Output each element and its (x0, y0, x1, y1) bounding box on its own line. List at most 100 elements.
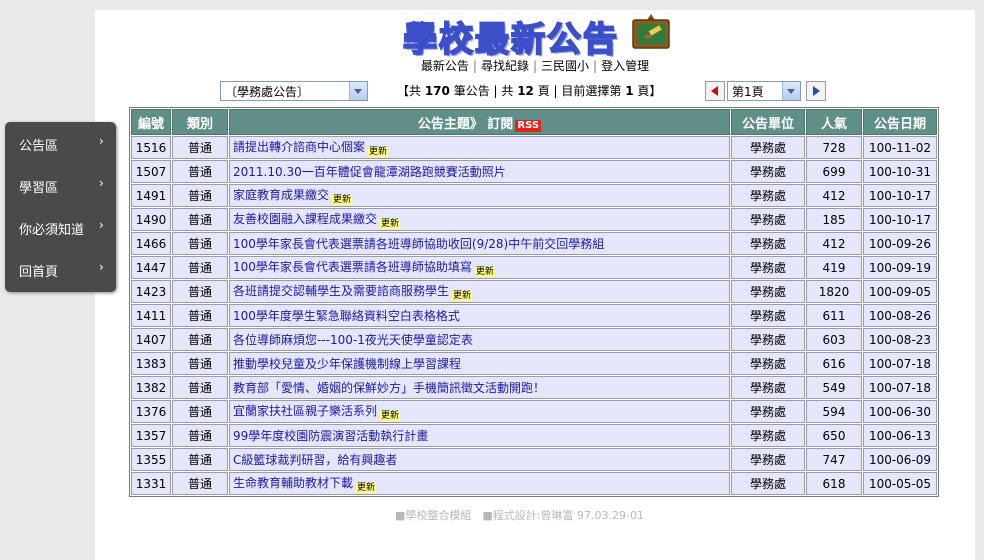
table-header-row: 編號 類別 公告主題》 訂閱 RSS 公告單位 人氣 公告日期 (131, 109, 937, 135)
side-menu: 公告區 › 學習區 › 你必須知道 › 回首頁 › (5, 122, 116, 292)
cell-unit: 學務處 (731, 184, 805, 207)
nav-school-home[interactable]: 三民國小 (541, 59, 589, 73)
table-row: 1383 普通 推動學校兒童及少年保護機制線上學習課程 學務處 616 100-07-18 (131, 352, 937, 375)
cell-unit: 學務處 (731, 232, 805, 255)
table-row: 1331 普通 生命教育輔助教材下載 更新 學務處 618 100-05-05 (131, 472, 937, 495)
prev-page-button[interactable] (705, 81, 725, 101)
cell-no: 1355 (131, 448, 171, 471)
notice-link[interactable]: 99學年度校園防震演習活動執行計畫 (233, 429, 428, 443)
notice-link[interactable]: C級籃球裁判研習，給有興趣者 (233, 453, 397, 467)
cell-views: 728 (806, 136, 862, 159)
cell-date: 100-06-13 (863, 424, 937, 447)
cell-unit: 學務處 (731, 352, 805, 375)
sidebar-item-learning-area[interactable]: 學習區 › (5, 164, 116, 206)
table-row: 1466 普通 100學年家長會代表選票請各班導師協助收回(9/28)中午前交回學務… (131, 232, 937, 255)
notice-link[interactable]: 2011.10.30一百年體促會龍潭湖路跑競賽活動照片 (233, 165, 506, 179)
cell-subject: 教育部「愛情、婚姻的保鮮妙方」手機簡訊徵文活動開跑！ (229, 376, 730, 399)
table-row: 1516 普通 請提出轉介諮商中心個案 更新 學務處 728 100-11-02 (131, 136, 937, 159)
current-page: 1 (625, 84, 634, 98)
page-header: 學校最新公告 (395, 10, 685, 61)
table-row: 1491 普通 家庭教育成果繳交 更新 學務處 412 100-10-17 (131, 184, 937, 207)
notice-link[interactable]: 生命教育輔助教材下載 (233, 476, 353, 490)
cell-category: 普通 (172, 424, 228, 447)
sidebar-item-must-know[interactable]: 你必須知道 › (5, 206, 116, 248)
cell-unit: 學務處 (731, 256, 805, 279)
notice-link[interactable]: 宜蘭家扶社區親子樂活系列 (233, 404, 377, 418)
cell-subject: 100學年家長會代表選票請各班導師協助收回(9/28)中午前交回學務組 (229, 232, 730, 255)
cell-no: 1516 (131, 136, 171, 159)
cell-date: 100-09-05 (863, 280, 937, 303)
notice-link[interactable]: 各位導師麻煩您---100-1夜光天使學童認定表 (233, 333, 473, 347)
page-title: 學校最新公告 (402, 19, 619, 61)
page-select-value: 第1頁 (732, 85, 764, 99)
cell-no: 1423 (131, 280, 171, 303)
page-select[interactable]: 第1頁 (727, 81, 801, 101)
cell-unit: 學務處 (731, 472, 805, 495)
cell-category: 普通 (172, 304, 228, 327)
notice-link[interactable]: 友善校園融入課程成果繳交 (233, 212, 377, 226)
nav-search-records[interactable]: 尋找紀錄 (481, 59, 529, 73)
notice-link[interactable]: 100學年家長會代表選票請各班導師協助收回(9/28)中午前交回學務組 (233, 237, 604, 251)
cell-views: 412 (806, 184, 862, 207)
cell-date: 100-05-05 (863, 472, 937, 495)
rss-button[interactable]: RSS (515, 119, 542, 132)
cell-date: 100-07-18 (863, 352, 937, 375)
cell-views: 185 (806, 208, 862, 231)
cell-no: 1376 (131, 400, 171, 423)
cell-unit: 學務處 (731, 328, 805, 351)
cell-no: 1357 (131, 424, 171, 447)
cell-date: 100-07-18 (863, 376, 937, 399)
cell-category: 普通 (172, 136, 228, 159)
updated-badge: 更新 (368, 147, 389, 157)
footer-credits: ■學校整合模組 ■程式設計:曾琳富 97.03.29-01 (395, 509, 644, 522)
cell-date: 100-09-19 (863, 256, 937, 279)
notice-link[interactable]: 請提出轉介諮商中心個案 (233, 140, 365, 154)
cell-category: 普通 (172, 352, 228, 375)
notice-link[interactable]: 教育部「愛情、婚姻的保鮮妙方」手機簡訊徵文活動開跑！ (233, 381, 545, 395)
sidebar-item-label: 回首頁 (19, 265, 59, 280)
cell-subject: 推動學校兒童及少年保護機制線上學習課程 (229, 352, 730, 375)
table-row: 1407 普通 各位導師麻煩您---100-1夜光天使學童認定表 學務處 603 100-… (131, 328, 937, 351)
chevron-down-icon[interactable] (782, 82, 800, 100)
category-select[interactable]: 〔學務處公告〕 (220, 81, 368, 101)
table-row: 1382 普通 教育部「愛情、婚姻的保鮮妙方」手機簡訊徵文活動開跑！ 學務處 549 10… (131, 376, 937, 399)
nav-admin-login[interactable]: 登入管理 (601, 59, 649, 73)
cell-subject: 各位導師麻煩您---100-1夜光天使學童認定表 (229, 328, 730, 351)
col-header-subject: 公告主題》 訂閱 RSS (229, 109, 730, 135)
cell-no: 1407 (131, 328, 171, 351)
cell-views: 419 (806, 256, 862, 279)
bulletin-board-icon (632, 14, 670, 49)
sidebar-item-notice-area[interactable]: 公告區 › (5, 122, 116, 164)
cell-category: 普通 (172, 376, 228, 399)
sidebar-item-label: 學習區 (19, 181, 59, 196)
notice-link[interactable]: 100學年度學生緊急聯絡資料空白表格格式 (233, 309, 460, 323)
cell-category: 普通 (172, 472, 228, 495)
nav-latest-notices[interactable]: 最新公告 (421, 59, 469, 73)
chevron-right-icon: › (99, 176, 104, 190)
cell-no: 1411 (131, 304, 171, 327)
notice-table: 編號 類別 公告主題》 訂閱 RSS 公告單位 人氣 公告日期 1516 普通 請提出… (129, 107, 939, 497)
cell-subject: 2011.10.30一百年體促會龍潭湖路跑競賽活動照片 (229, 160, 730, 183)
sidebar-item-home[interactable]: 回首頁 › (5, 248, 116, 290)
notice-link[interactable]: 各班請提交認輔學生及需要諮商服務學生 (233, 284, 449, 298)
updated-badge: 更新 (332, 195, 353, 205)
main-page: 學校最新公告 最新公告 | 尋找紀錄 | 三民國小 | 登入管理 〔學務處公告〕 【共 17… (95, 10, 975, 560)
notice-link[interactable]: 家庭教育成果繳交 (233, 188, 329, 202)
notice-link[interactable]: 100學年家長會代表選票請各班導師協助填寫 (233, 260, 472, 274)
top-nav: 最新公告 | 尋找紀錄 | 三民國小 | 登入管理 (95, 57, 975, 74)
col-header-views: 人氣 (806, 109, 862, 135)
cell-subject: 100學年家長會代表選票請各班導師協助填寫 更新 (229, 256, 730, 279)
cell-category: 普通 (172, 184, 228, 207)
cell-unit: 學務處 (731, 208, 805, 231)
cell-views: 611 (806, 304, 862, 327)
col-header-unit: 公告單位 (731, 109, 805, 135)
cell-date: 100-06-30 (863, 400, 937, 423)
cell-date: 100-08-23 (863, 328, 937, 351)
cell-date: 100-11-02 (863, 136, 937, 159)
cell-views: 616 (806, 352, 862, 375)
notice-link[interactable]: 推動學校兒童及少年保護機制線上學習課程 (233, 357, 461, 371)
chevron-down-icon[interactable] (349, 82, 367, 100)
next-page-button[interactable] (806, 81, 826, 101)
sidebar-item-label: 公告區 (19, 139, 59, 154)
table-row: 1355 普通 C級籃球裁判研習，給有興趣者 學務處 747 100-06-09 (131, 448, 937, 471)
